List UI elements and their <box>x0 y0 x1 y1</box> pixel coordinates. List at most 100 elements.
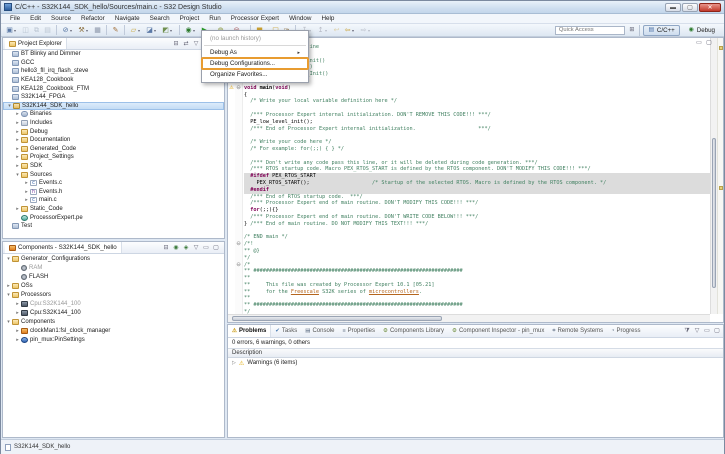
menu-item-navigate[interactable]: Navigate <box>110 15 145 22</box>
code-line[interactable]: /*** Don't write any code pass this line… <box>244 160 710 167</box>
tree-item-processors[interactable]: ▾Processors <box>3 290 224 299</box>
tree-item-s32k144-fpga[interactable]: S32K144_FPGA <box>3 93 224 102</box>
last-edit-location-icon[interactable]: ↩ <box>332 26 341 35</box>
dropdown-caret-icon[interactable]: ▾ <box>14 26 19 35</box>
tree-expander-icon[interactable]: ▸ <box>23 197 30 203</box>
tree-item-gcc[interactable]: GCC <box>3 59 224 68</box>
tree-item-bt-blinky-and-dimmer[interactable]: BT Blinky and Dimmer <box>3 50 224 59</box>
minimize-view-icon[interactable]: ▭ <box>202 244 210 252</box>
tree-item-documentation[interactable]: ▸Documentation <box>3 136 224 145</box>
perspective-tab-debug[interactable]: ◉ Debug <box>683 25 720 36</box>
tree-expander-icon[interactable]: ▸ <box>23 180 30 186</box>
code-line[interactable]: #ifdef PEX_RTOS_START <box>244 173 710 180</box>
menu-item-edit[interactable]: Edit <box>25 15 46 22</box>
tree-item-hello3-fll-irq-flash-steve[interactable]: hello3_fll_irq_flash_steve <box>3 67 224 76</box>
tree-item-test[interactable]: Test <box>3 222 224 231</box>
menu-item-processor-expert[interactable]: Processor Expert <box>226 15 284 22</box>
dropdown-caret-icon[interactable]: ▾ <box>70 26 75 35</box>
tree-expander-icon[interactable]: ▾ <box>5 292 12 298</box>
perspective-tab-cpp[interactable]: ▤ C/C++ <box>643 25 680 36</box>
tree-item-cpu-s32k144-100[interactable]: ▸Cpu:S32K144_100 <box>3 308 224 317</box>
tree-item-processorexpert-pe[interactable]: ProcessorExpert.pe <box>3 213 224 222</box>
maximize-view-icon[interactable]: ▢ <box>212 244 220 252</box>
code-line[interactable]: for(;;){} <box>244 207 710 214</box>
code-line[interactable]: /*** Processor Expert internal initializ… <box>244 112 710 119</box>
dropdown-caret-icon[interactable]: ▾ <box>193 26 198 35</box>
tree-expander-icon[interactable]: ▸ <box>14 137 21 143</box>
view-menu-icon[interactable]: ▽ <box>693 327 701 335</box>
skip-all-breakpoints-icon[interactable]: ⊘▾ <box>61 26 75 35</box>
code-line[interactable]: /*! <box>244 241 710 248</box>
tree-expander-icon[interactable]: ▸ <box>14 111 21 117</box>
tree-item-debug[interactable]: ▸Debug <box>3 127 224 136</box>
generate-code-icon[interactable]: ◉ <box>172 244 180 252</box>
tree-expander-icon[interactable]: ▸ <box>14 146 21 152</box>
close-window-button[interactable]: ✕ <box>699 3 721 12</box>
code-line[interactable]: * - startup asm routine <box>244 44 710 51</box>
collapse-all-icon[interactable]: ⊟ <box>162 244 170 252</box>
tab-components-library[interactable]: ⚙Components Library <box>379 325 448 337</box>
maximize-view-icon[interactable]: ▢ <box>713 327 721 335</box>
new-source-file-icon[interactable]: ▱▾ <box>129 26 143 35</box>
dropdown-caret-icon[interactable]: ▾ <box>309 26 314 35</box>
code-line[interactable]: /*** RTOS startup code. Macro PEX_RTOS_S… <box>244 166 710 173</box>
menu-item-refactor[interactable]: Refactor <box>76 15 110 22</box>
minimize-editor-icon[interactable]: ▭ <box>695 39 703 47</box>
prev-annotation-icon[interactable]: ↥▾ <box>316 26 330 35</box>
overview-occurrence-marker[interactable] <box>719 186 723 190</box>
tree-expander-icon[interactable]: ▾ <box>14 172 21 178</box>
tree-item-events-c[interactable]: ▸cEvents.c <box>3 179 224 188</box>
menu-item-window[interactable]: Window <box>284 15 316 22</box>
dropdown-caret-icon[interactable]: ▾ <box>170 26 175 35</box>
code-line[interactable]: PE_low_level_init(); <box>244 119 710 126</box>
code-line[interactable]: #endif <box>244 187 710 194</box>
tree-expander-icon[interactable]: ▸ <box>14 206 21 212</box>
launch-menu-item-debug-as[interactable]: Debug As▸ <box>202 47 308 58</box>
code-line[interactable]: * - main() <box>244 51 710 58</box>
tree-item-flash[interactable]: FLASH <box>3 272 224 281</box>
mark-occurrences-icon[interactable]: ✎ <box>111 26 120 35</box>
tree-expander-icon[interactable]: ▸ <box>23 189 30 195</box>
tree-expander-icon[interactable]: ▾ <box>6 103 13 109</box>
code-line[interactable]: /* Write your code here */ <box>244 139 710 146</box>
tab-tasks[interactable]: ✔Tasks <box>271 325 301 337</box>
code-line[interactable]: ** #####################################… <box>244 268 710 275</box>
fold-marker-icon[interactable]: ⊖ <box>235 85 242 91</box>
vertical-scrollbar[interactable] <box>710 38 717 314</box>
scrollbar-thumb[interactable] <box>232 316 442 321</box>
menu-item-search[interactable]: Search <box>145 15 175 22</box>
tree-item-includes[interactable]: ▸Includes <box>3 119 224 128</box>
tab-console[interactable]: ▤Console <box>301 325 338 337</box>
tree-expander-icon[interactable]: ▸ <box>14 328 21 334</box>
tree-expander-icon[interactable]: ▸ <box>14 163 21 169</box>
tree-item-main-c[interactable]: ▸cmain.c <box>3 196 224 205</box>
tree-expander-icon[interactable]: ▸ <box>5 283 12 289</box>
back-icon[interactable]: ⇦▾ <box>343 26 357 35</box>
menu-item-project[interactable]: Project <box>175 15 205 22</box>
problems-row[interactable]: ▷⚠Warnings (6 items) <box>228 358 723 368</box>
code-line[interactable]: { <box>244 92 710 99</box>
maximize-window-button[interactable]: ▢ <box>682 3 698 12</box>
tree-item-pin-mux-pinsettings[interactable]: ▸pin_mux:PinSettings <box>3 335 224 344</box>
code-line[interactable]: /* For example: for(;;) { } */ <box>244 146 710 153</box>
tab-remote-systems[interactable]: ⌗Remote Systems <box>548 325 607 337</box>
dropdown-caret-icon[interactable]: ▾ <box>138 26 143 35</box>
fold-marker-icon[interactable]: ⊖ <box>235 262 242 268</box>
code-line[interactable]: /*** Processor Expert end of main routin… <box>244 214 710 221</box>
tree-item-kea128-cookbook-ftm[interactable]: KEA128_Cookbook_FTM <box>3 84 224 93</box>
tab-progress[interactable]: ◔Progress <box>607 325 644 337</box>
tree-item-s32k144-sdk-hello[interactable]: ▾S32K144_SDK_hello <box>3 102 224 111</box>
debug-icon[interactable]: ◉▾ <box>184 26 198 35</box>
dropdown-caret-icon[interactable]: ▾ <box>154 26 159 35</box>
fold-marker-icon[interactable]: ⊖ <box>235 241 242 247</box>
menu-item-file[interactable]: File <box>5 15 25 22</box>
code-line[interactable] <box>244 153 710 160</box>
save-icon[interactable]: ◫ <box>21 26 30 35</box>
code-line[interactable]: ** @} <box>244 248 710 255</box>
code-line[interactable]: ** <box>244 295 710 302</box>
tree-item-components[interactable]: ▾Components <box>3 317 224 326</box>
tree-item-generated-code[interactable]: ▸Generated_Code <box>3 145 224 154</box>
code-line[interactable]: /*** Processor Expert end of main routin… <box>244 200 710 207</box>
code-line[interactable] <box>244 228 710 235</box>
code-line[interactable]: } /*** End of main routine. DO NOT MODIF… <box>244 221 710 228</box>
